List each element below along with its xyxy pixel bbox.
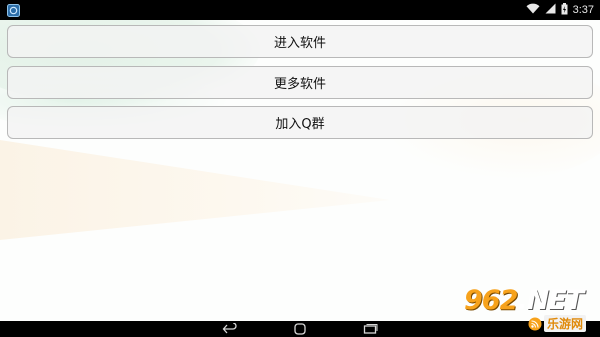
join-qq-group-button[interactable]: 加入Q群 xyxy=(7,106,593,139)
join-qq-group-button-label: 加入Q群 xyxy=(275,117,325,132)
wifi-icon xyxy=(526,3,540,17)
watermark-site-name: 乐游网 xyxy=(544,315,587,332)
enter-app-button[interactable]: 进入软件 xyxy=(7,25,593,58)
status-bar: 3:37 xyxy=(0,0,600,20)
watermark-dot: . xyxy=(517,285,527,316)
app-notification-icon xyxy=(6,3,20,17)
back-icon[interactable] xyxy=(222,323,238,335)
more-apps-button-label: 更多软件 xyxy=(273,77,326,92)
home-icon[interactable] xyxy=(292,323,308,335)
app-screen: 进入软件 更多软件 加入Q群 xyxy=(0,20,600,321)
watermark-logo: 962.NET xyxy=(464,285,584,316)
site-watermark: 962.NET 乐游网 xyxy=(464,285,596,335)
more-apps-button[interactable]: 更多软件 xyxy=(7,66,593,99)
rss-icon xyxy=(528,317,542,331)
background-orange-shape xyxy=(0,140,390,240)
battery-charging-icon xyxy=(561,2,568,18)
watermark-number: 962 xyxy=(464,285,518,316)
enter-app-button-label: 进入软件 xyxy=(273,36,326,51)
signal-icon xyxy=(545,3,556,17)
status-time: 3:37 xyxy=(572,4,594,16)
recent-apps-icon[interactable] xyxy=(362,323,378,335)
watermark-domain: NET xyxy=(526,285,584,316)
